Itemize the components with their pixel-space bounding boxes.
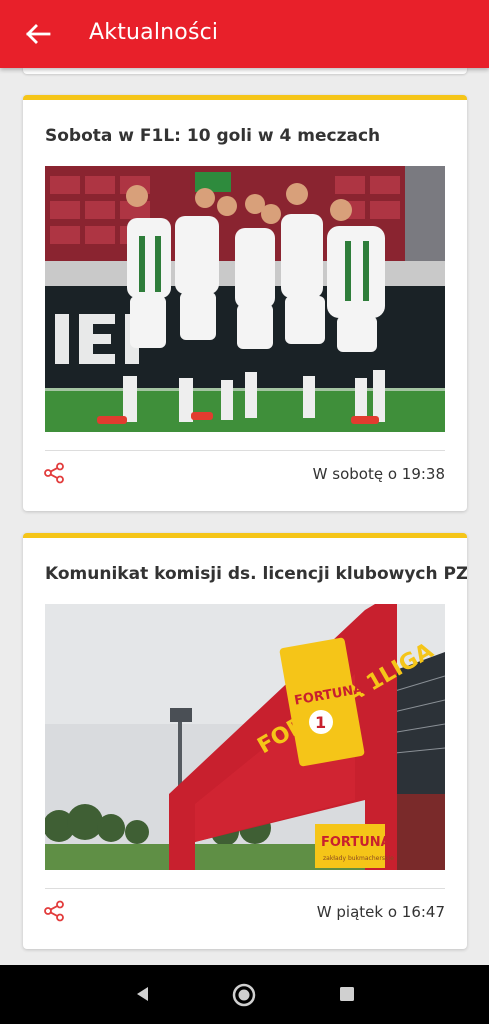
- svg-text:zakłady bukmacherskie: zakłady bukmacherskie: [323, 855, 394, 862]
- article-title[interactable]: Komunikat komisji ds. licencji klubowych…: [45, 564, 467, 584]
- article-image-players[interactable]: [45, 166, 445, 432]
- card-divider: [45, 450, 445, 451]
- triangle-back-icon: [137, 987, 148, 1001]
- article-timestamp: W sobotę o 19:38: [312, 465, 445, 483]
- system-home-button[interactable]: [231, 982, 257, 1008]
- article-timestamp: W piątek o 16:47: [316, 903, 445, 921]
- news-card[interactable]: Komunikat komisji ds. licencji klubowych…: [23, 533, 467, 949]
- arrow-left-icon: [26, 24, 51, 44]
- article-title[interactable]: Sobota w F1L: 10 goli w 4 meczach: [45, 126, 380, 146]
- square-recents-icon: [340, 987, 354, 1001]
- share-icon: [44, 462, 64, 484]
- stadium-fortuna-1-liga-banner-photo: FORTUNA 1LIGA FORTUNA 1 FORTUNA zakłady …: [45, 604, 445, 870]
- app-bar: Aktualności: [0, 0, 489, 68]
- svg-text:FORTUNA: FORTUNA: [321, 835, 391, 850]
- back-button[interactable]: [22, 18, 54, 50]
- page-title: Aktualności: [89, 20, 219, 45]
- share-button[interactable]: [43, 462, 67, 486]
- system-recents-button[interactable]: [338, 985, 356, 1003]
- share-icon: [44, 900, 64, 922]
- system-back-button[interactable]: [133, 984, 153, 1004]
- circle-home-icon: [232, 983, 256, 1007]
- card-divider: [45, 888, 445, 889]
- article-image-stadium[interactable]: FORTUNA 1LIGA FORTUNA 1 FORTUNA zakłady …: [45, 604, 445, 870]
- system-navigation-bar: [0, 965, 489, 1024]
- svg-text:1: 1: [315, 713, 326, 732]
- football-players-celebrating-photo: [45, 166, 445, 432]
- share-button[interactable]: [43, 900, 67, 924]
- news-card[interactable]: Sobota w F1L: 10 goli w 4 meczach W sobo…: [23, 95, 467, 511]
